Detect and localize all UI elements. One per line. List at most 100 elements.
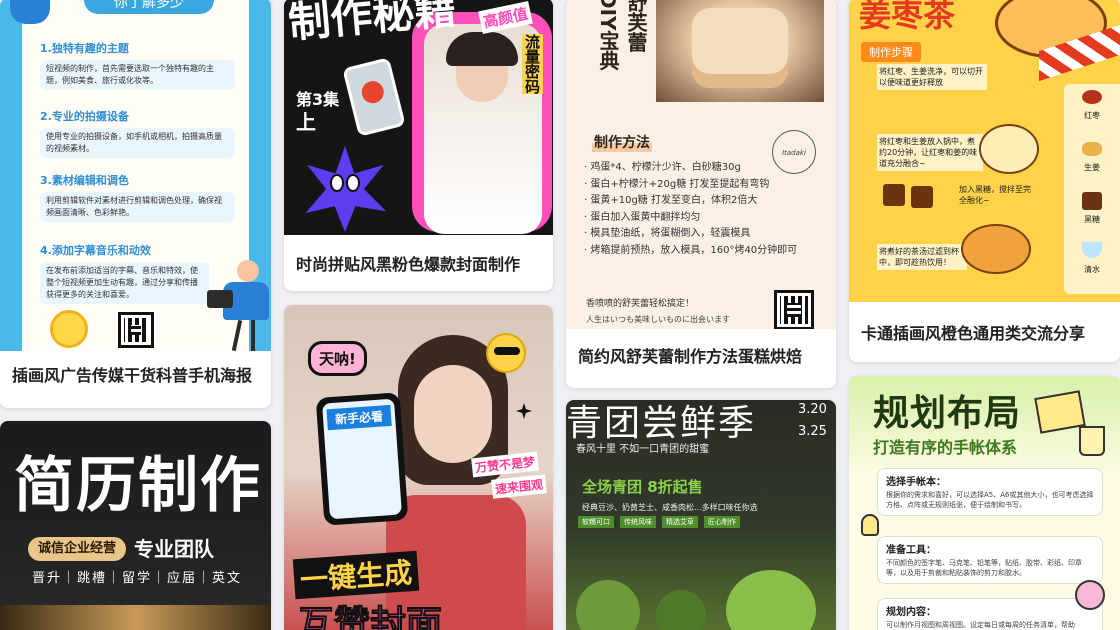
template-card[interactable]: 制作秘籍 高颜值 流量密码 第3集 上 时尚拼贴风黑粉色爆款封面制作 [284,0,553,291]
info-heading: 规划内容： [886,607,936,618]
template-title[interactable]: 时尚拼贴风黑粉色爆款封面制作 [284,235,553,291]
recipe-step: · 蛋白加入蛋黄中翻拌均匀 [584,211,701,223]
template-card[interactable]: 你了解多少 1.独特有趣的主题 短视频的制作，首先需要选取一个独特有趣的主题，例… [0,0,271,408]
googly-eyes-icon [330,174,360,194]
flower-icon [1075,580,1105,610]
poster-episode-sub: 上 [296,110,316,134]
phone-prop [342,57,406,137]
section-text: 在发布前添加适当的字幕、音乐和特效，使整个短视频更加生动有趣，通过分享和传播获得… [40,262,209,304]
info-text: 根据你的需求和喜好，可以选择A5、A6或其他大小，也可考虑选择方格、点阵或无规则… [886,491,1094,509]
poster-step-text: 将红枣、生姜洗净，可以切开以便味道更好释放 [877,64,987,90]
recipe-step: · 蛋白+柠檬汁+20g糖 打发至提起有弯钩 [584,178,770,190]
poster-tags-line: 晋升｜跳槽｜留学｜应届｜英文 [32,571,243,586]
info-box: 选择手帐本： 根据你的需求和喜好，可以选择A5、A6或其他大小，也可考虑选择方格… [877,468,1103,516]
template-card[interactable]: 新手必看 天呐! 万赞不是梦 速来围观 一键生成 互赞封面 [284,305,553,630]
poster-headline: 简历制作 [14,451,262,521]
section-heading: 3.素材编辑和调色 [40,174,129,187]
ingredient-item: 生姜 [1064,142,1120,173]
poster-vertical-title: 舒芙蕾DIY宝典 [596,0,648,71]
poster-headline: 姜枣茶 [859,0,956,34]
section-text: 使用专业的拍摄设备，如手机或相机，拍摄高质量的视频素材。 [40,128,235,158]
poster-steps-label: 制作步骤 [861,42,921,62]
poster-team: 专业团队 [134,537,214,561]
template-thumbnail[interactable]: 规划布局 打造有序的手帐体系 选择手帐本： 根据你的需求和喜好，可以选择A5、A… [849,376,1120,630]
glass-teapot-icon [979,124,1039,174]
template-card[interactable]: 青团尝鲜季 3.20 3.25 春风十里 不如一口青团的甜蜜 全场青团 8折起售… [566,400,836,630]
lightbulb-icon [861,514,879,536]
recipe-step: · 鸡蛋*4、柠檬汁少许、白砂糖30g [584,162,741,173]
template-thumbnail[interactable]: 制作秘籍 高颜值 流量密码 第3集 上 [284,0,553,235]
template-thumbnail[interactable]: 你了解多少 1.独特有趣的主题 短视频的制作，首先需要选取一个独特有趣的主题，例… [0,0,271,351]
poster-tag: 匠心制作 [704,516,740,528]
template-title[interactable]: 插画风广告传媒干货科普手机海报 [0,351,271,397]
section-heading: 1.独特有趣的主题 [40,42,129,55]
qingtuan-photo [566,550,836,630]
template-card[interactable]: 舒芙蕾DIY宝典 制作方法 Itadaki · 鸡蛋*4、柠檬汁少许、白砂糖30… [566,0,836,388]
qr-code-icon [774,290,814,329]
ingredients-column: 红枣 生姜 黑糖 清水 [1064,84,1120,294]
qr-code-icon [118,312,154,348]
section-text: 利用剪辑软件对素材进行剪辑和调色处理，确保视频画面清晰、色彩鲜艳。 [40,192,235,222]
template-grid: 你了解多少 1.独特有趣的主题 短视频的制作，首先需要选取一个独特有趣的主题，例… [0,0,1120,630]
poster-tag: 精选艾草 [662,516,698,528]
poster-section-title: 制作方法 [592,132,652,152]
souffle-photo [656,0,824,102]
ingredient-item: 黑糖 [1064,192,1120,225]
poster-step-text: 将煮好的茶汤过滤到杯中，即可趁热饮用！ [877,244,967,270]
template-title[interactable]: 卡通插画风橙色通用类交流分享 [849,302,1120,362]
poster-footer: 人生はいつも美味しいものに出会います [586,315,730,324]
section-heading: 4.添加字幕音乐和动效 [40,244,151,257]
cool-emoji-icon [486,333,526,373]
template-thumbnail[interactable]: 舒芙蕾DIY宝典 制作方法 Itadaki · 鸡蛋*4、柠檬汁少许、白砂糖30… [566,0,836,329]
ingredient-item: 清水 [1064,242,1120,275]
info-box: 准备工具： 不同颜色的签字笔、马克笔、铅笔等，贴纸、胶带、彩纸、印章等，以及用于… [877,536,1103,584]
template-thumbnail[interactable]: 姜枣茶 制作步骤 将红枣、生姜洗净，可以切开以便味道更好释放 将红枣和生姜放入锅… [849,0,1120,302]
poster-section: 1.独特有趣的主题 短视频的制作，首先需要选取一个独特有趣的主题，例如美食、旅行… [40,40,235,90]
poster-footer: 香喷喷的舒芙蕾轻松搞定！ [586,299,695,309]
section-text: 短视频的制作，首先需要选取一个独特有趣的主题，例如美食、旅行或化妆等。 [40,60,235,90]
template-thumbnail[interactable]: 青团尝鲜季 3.20 3.25 春风十里 不如一口青团的甜蜜 全场青团 8折起售… [566,400,836,630]
poster-date: 3.25 [798,424,827,439]
poster-tag: 传统风味 [620,516,656,528]
recipe-step: · 烤箱提前预热，放入模具，160°烤40分钟即可 [584,244,798,256]
character-illustration-icon [10,0,50,24]
poster-text: 速来围观 [491,474,547,499]
poster-subtitle: 打造有序的手帐体系 [873,438,1018,457]
template-card[interactable]: 规划布局 打造有序的手帐体系 选择手帐本： 根据你的需求和喜好，可以选择A5、A… [849,376,1120,630]
poster-desc: 经典豆沙、奶黄芝士、咸香肉松...多样口味任你选 [582,503,758,512]
poster-section: 3.素材编辑和调色 利用剪辑软件对素材进行剪辑和调色处理，确保视频画面清晰、色彩… [40,172,235,222]
info-heading: 准备工具： [886,545,936,556]
stamp-text: Itadaki [782,149,806,157]
cameraman-illustration-icon [207,260,269,351]
section-heading: 2.专业的拍摄设备 [40,110,129,123]
poster-decoration [0,605,271,630]
poster-section: 2.专业的拍摄设备 使用专业的拍摄设备，如手机或相机，拍摄高质量的视频素材。 [40,108,235,158]
template-thumbnail[interactable]: 简历制作 诚信企业经营 专业团队 晋升｜跳槽｜留学｜应届｜英文 [0,421,271,630]
poster-date: 3.20 [798,402,827,417]
poster-step-text: 加入黑糖，搅拌至完全融化~ [959,185,1031,205]
poster-step-text: 将红枣和生姜放入锅中，煮约20分钟，让红枣和姜的味道充分融合~ [877,134,983,171]
info-heading: 选择手帐本： [886,477,946,488]
template-card[interactable]: 姜枣茶 制作步骤 将红枣、生姜洗净，可以切开以便味道更好释放 将红枣和生姜放入锅… [849,0,1120,362]
poster-headline: 规划布局 [873,393,1022,434]
speech-bubble: 天呐! [308,341,367,376]
ginger-cubes-icon [883,184,935,208]
poster-pill: 你了解多少 [84,0,214,14]
ingredient-item: 红枣 [1064,90,1120,121]
template-title[interactable]: 简约风舒芙蕾制作方法蛋糕烘焙 [566,329,836,381]
poster-section: 4.添加字幕音乐和动效 在发布前添加适当的字幕、音乐和特效，使整个短视频更加生动… [40,242,209,304]
brewed-tea-icon [961,224,1031,274]
template-card[interactable]: 简历制作 诚信企业经营 专业团队 晋升｜跳槽｜留学｜应届｜英文 [0,421,271,630]
info-text: 不同颜色的签字笔、马克笔、铅笔等，贴纸、胶带、彩纸、印章等，以及用于剪裁和粘贴装… [886,559,1082,577]
film-reel-icon [50,310,88,348]
recipe-steps: · 鸡蛋*4、柠檬汁少许、白砂糖30g · 蛋白+柠檬汁+20g糖 打发至提起有… [584,160,797,259]
recipe-step: · 蛋黄+10g糖 打发至变白，体积2倍大 [584,195,758,206]
poster-tag: 软糯可口 [578,516,614,528]
template-thumbnail[interactable]: 新手必看 天呐! 万赞不是梦 速来围观 一键生成 互赞封面 [284,305,553,630]
poster-slogan: 互赞封面 [297,604,443,630]
recipe-step: · 模具垫油纸，将蛋糊倒入，轻震模具 [584,228,751,239]
phone-headline: 新手必看 [326,404,392,431]
poster-promo: 全场青团 8折起售 [582,478,703,496]
poster-tags: 软糯可口 传统风味 精选艾草 匠心制作 [578,516,740,528]
info-text: 可以制作月视图和周视图。设定每日或每周的任务清单，帮助 [886,621,1075,629]
